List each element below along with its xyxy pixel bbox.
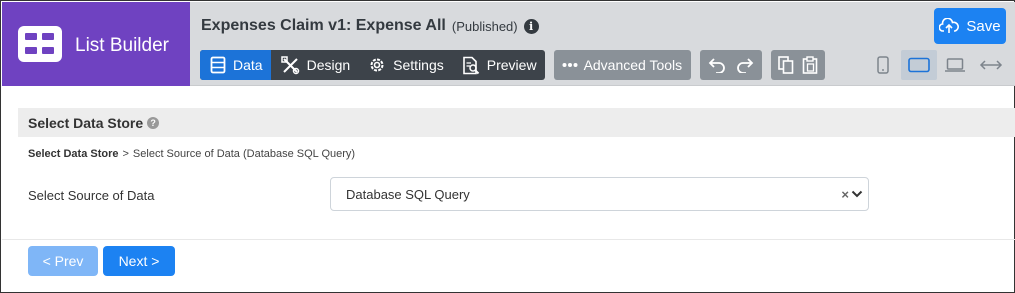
tab-data-label: Data — [233, 57, 263, 73]
redo-icon — [737, 58, 754, 73]
copy-button[interactable] — [771, 50, 798, 80]
device-preview-bar — [865, 50, 1009, 80]
database-icon — [210, 56, 226, 74]
app-header: Expenses Claim v1: Expense All (Publishe… — [190, 2, 1015, 86]
app-frame: List Builder Expenses Claim v1: Expense … — [0, 0, 1015, 293]
device-full-width-button[interactable] — [973, 50, 1009, 80]
paste-icon — [802, 56, 818, 74]
info-icon[interactable]: i — [523, 18, 539, 34]
brand-panel: List Builder — [2, 2, 190, 86]
device-mobile-button[interactable] — [865, 50, 901, 80]
breadcrumb-current: Select Source of Data (Database SQL Quer… — [132, 148, 356, 160]
breadcrumb-separator: > — [122, 148, 129, 160]
gear-icon — [370, 58, 384, 72]
app-title: Expenses Claim v1: Expense All — [201, 17, 446, 34]
clipboard-group — [771, 50, 826, 80]
tab-data[interactable]: Data — [200, 50, 271, 80]
brand-title: List Builder — [75, 35, 169, 56]
undo-button[interactable] — [700, 50, 734, 80]
main-toolbar: Data Design Settings Preview Advanced To… — [200, 50, 826, 80]
save-button[interactable]: Save — [934, 8, 1006, 44]
grid-logo-icon — [18, 26, 62, 62]
ellipsis-icon — [562, 63, 578, 67]
device-laptop-button[interactable] — [937, 50, 973, 80]
tab-preview[interactable]: Preview — [452, 50, 545, 80]
history-group — [700, 50, 763, 80]
preview-document-icon — [462, 56, 479, 74]
tab-design[interactable]: Design — [271, 50, 359, 80]
undo-icon — [708, 58, 725, 73]
breadcrumb: Select Data Store > Select Source of Data … — [28, 148, 355, 160]
help-icon[interactable]: ? — [147, 116, 160, 129]
paste-button[interactable] — [798, 50, 825, 80]
selected-value: Database SQL Query — [346, 186, 470, 202]
footer-divider — [2, 239, 1015, 240]
tab-settings-label: Settings — [393, 57, 444, 73]
tablet-icon — [908, 57, 930, 73]
publish-status: (Published) — [451, 18, 518, 34]
design-tools-icon — [280, 55, 299, 74]
section-title: Select Data Store — [28, 114, 144, 131]
save-button-label: Save — [966, 17, 1001, 35]
device-tablet-button[interactable] — [901, 50, 937, 80]
redo-button[interactable] — [734, 50, 762, 80]
tab-design-label: Design — [306, 57, 351, 73]
copy-icon — [778, 56, 794, 74]
arrows-horizontal-icon — [979, 60, 1003, 70]
builder-tabs: Data Design Settings Preview — [200, 50, 545, 80]
title-row: Expenses Claim v1: Expense All (Publishe… — [201, 17, 539, 35]
chevron-down-icon — [851, 190, 863, 198]
tab-preview-label: Preview — [486, 57, 537, 73]
breadcrumb-data-store[interactable]: Select Data Store — [28, 148, 118, 160]
source-of-data-select[interactable]: Database SQL Query × — [330, 177, 869, 211]
source-of-data-label: Select Source of Data — [28, 188, 155, 203]
cloud-upload-icon — [939, 18, 960, 33]
next-button[interactable]: Next > — [103, 246, 175, 276]
prev-button[interactable]: < Prev — [28, 246, 98, 276]
mobile-icon — [877, 56, 889, 74]
tab-settings[interactable]: Settings — [358, 50, 452, 80]
laptop-icon — [945, 58, 965, 72]
advanced-tools-button[interactable]: Advanced Tools — [553, 50, 692, 80]
advanced-tools-label: Advanced Tools — [583, 57, 683, 73]
clear-selection-icon[interactable]: × — [841, 187, 849, 202]
section-header: Select Data Store ? — [18, 108, 1015, 137]
